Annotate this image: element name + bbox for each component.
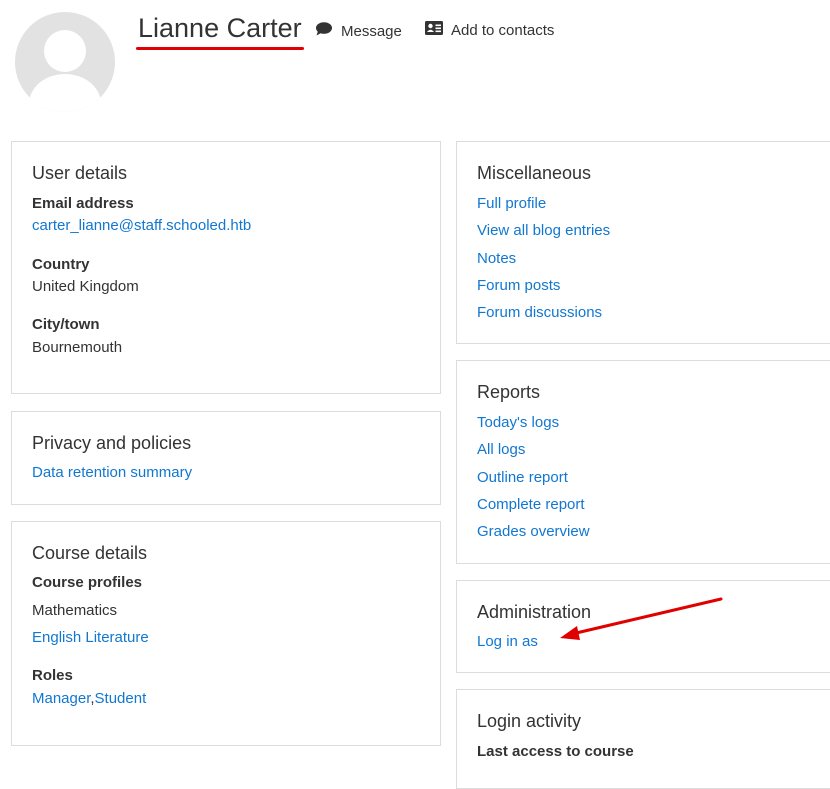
forum-discussions-link[interactable]: Forum discussions	[477, 304, 602, 322]
annotation-underline	[136, 47, 304, 50]
miscellaneous-title: Miscellaneous	[477, 163, 592, 183]
login-activity-card: Login activity Last access to course	[456, 689, 830, 789]
add-to-contacts-button[interactable]: Add to contacts	[425, 21, 554, 39]
role-manager-link[interactable]: Manager	[32, 690, 90, 707]
course-profiles-label: Course profiles	[32, 574, 143, 591]
miscellaneous-card: Miscellaneous Full profile View all blog…	[456, 141, 830, 344]
reports-card: Reports Today's logs All logs Outline re…	[456, 360, 830, 564]
course-details-title: Course details	[32, 543, 148, 563]
page-title: Lianne Carter	[138, 13, 302, 43]
grades-overview-link[interactable]: Grades overview	[477, 523, 590, 541]
privacy-card: Privacy and policies Data retention summ…	[11, 411, 441, 505]
notes-link[interactable]: Notes	[477, 250, 516, 268]
speech-bubble-icon	[315, 21, 333, 41]
login-activity-title: Login activity	[477, 711, 582, 731]
email-label: Email address	[32, 195, 134, 212]
role-student-link[interactable]: Student	[95, 690, 147, 707]
annotation-arrow	[560, 597, 723, 640]
forum-posts-link[interactable]: Forum posts	[477, 277, 560, 295]
city-label: City/town	[32, 316, 100, 333]
user-details-title: User details	[32, 163, 128, 183]
log-in-as-link[interactable]: Log in as	[477, 633, 538, 651]
add-to-contacts-label: Add to contacts	[451, 21, 555, 39]
todays-logs-link[interactable]: Today's logs	[477, 414, 559, 432]
full-profile-link[interactable]: Full profile	[477, 195, 546, 213]
country-label: Country	[32, 256, 90, 273]
message-label: Message	[341, 22, 402, 40]
outline-report-link[interactable]: Outline report	[477, 469, 568, 487]
data-retention-link[interactable]: Data retention summary	[32, 464, 192, 482]
roles-label: Roles	[32, 667, 73, 684]
reports-title: Reports	[477, 382, 541, 402]
address-card-icon	[425, 21, 443, 39]
avatar-head	[44, 30, 86, 72]
complete-report-link[interactable]: Complete report	[477, 496, 585, 514]
user-details-card: User details Email address carter_lianne…	[11, 141, 441, 394]
avatar	[15, 12, 115, 112]
country-value: United Kingdom	[32, 278, 139, 295]
message-button[interactable]: Message	[315, 21, 402, 41]
roles-list: Manager,Student	[32, 690, 146, 708]
course-link-english-literature[interactable]: English Literature	[32, 629, 149, 647]
email-link[interactable]: carter_lianne@staff.schooled.htb	[32, 217, 251, 235]
course-details-card: Course details Course profiles Mathemati…	[11, 521, 441, 746]
avatar-body	[29, 74, 101, 112]
privacy-title: Privacy and policies	[32, 433, 192, 453]
city-value: Bournemouth	[32, 339, 123, 356]
all-logs-link[interactable]: All logs	[477, 441, 525, 459]
course-item-mathematics: Mathematics	[32, 602, 118, 619]
last-access-label: Last access to course	[477, 743, 634, 760]
blog-entries-link[interactable]: View all blog entries	[477, 222, 610, 240]
